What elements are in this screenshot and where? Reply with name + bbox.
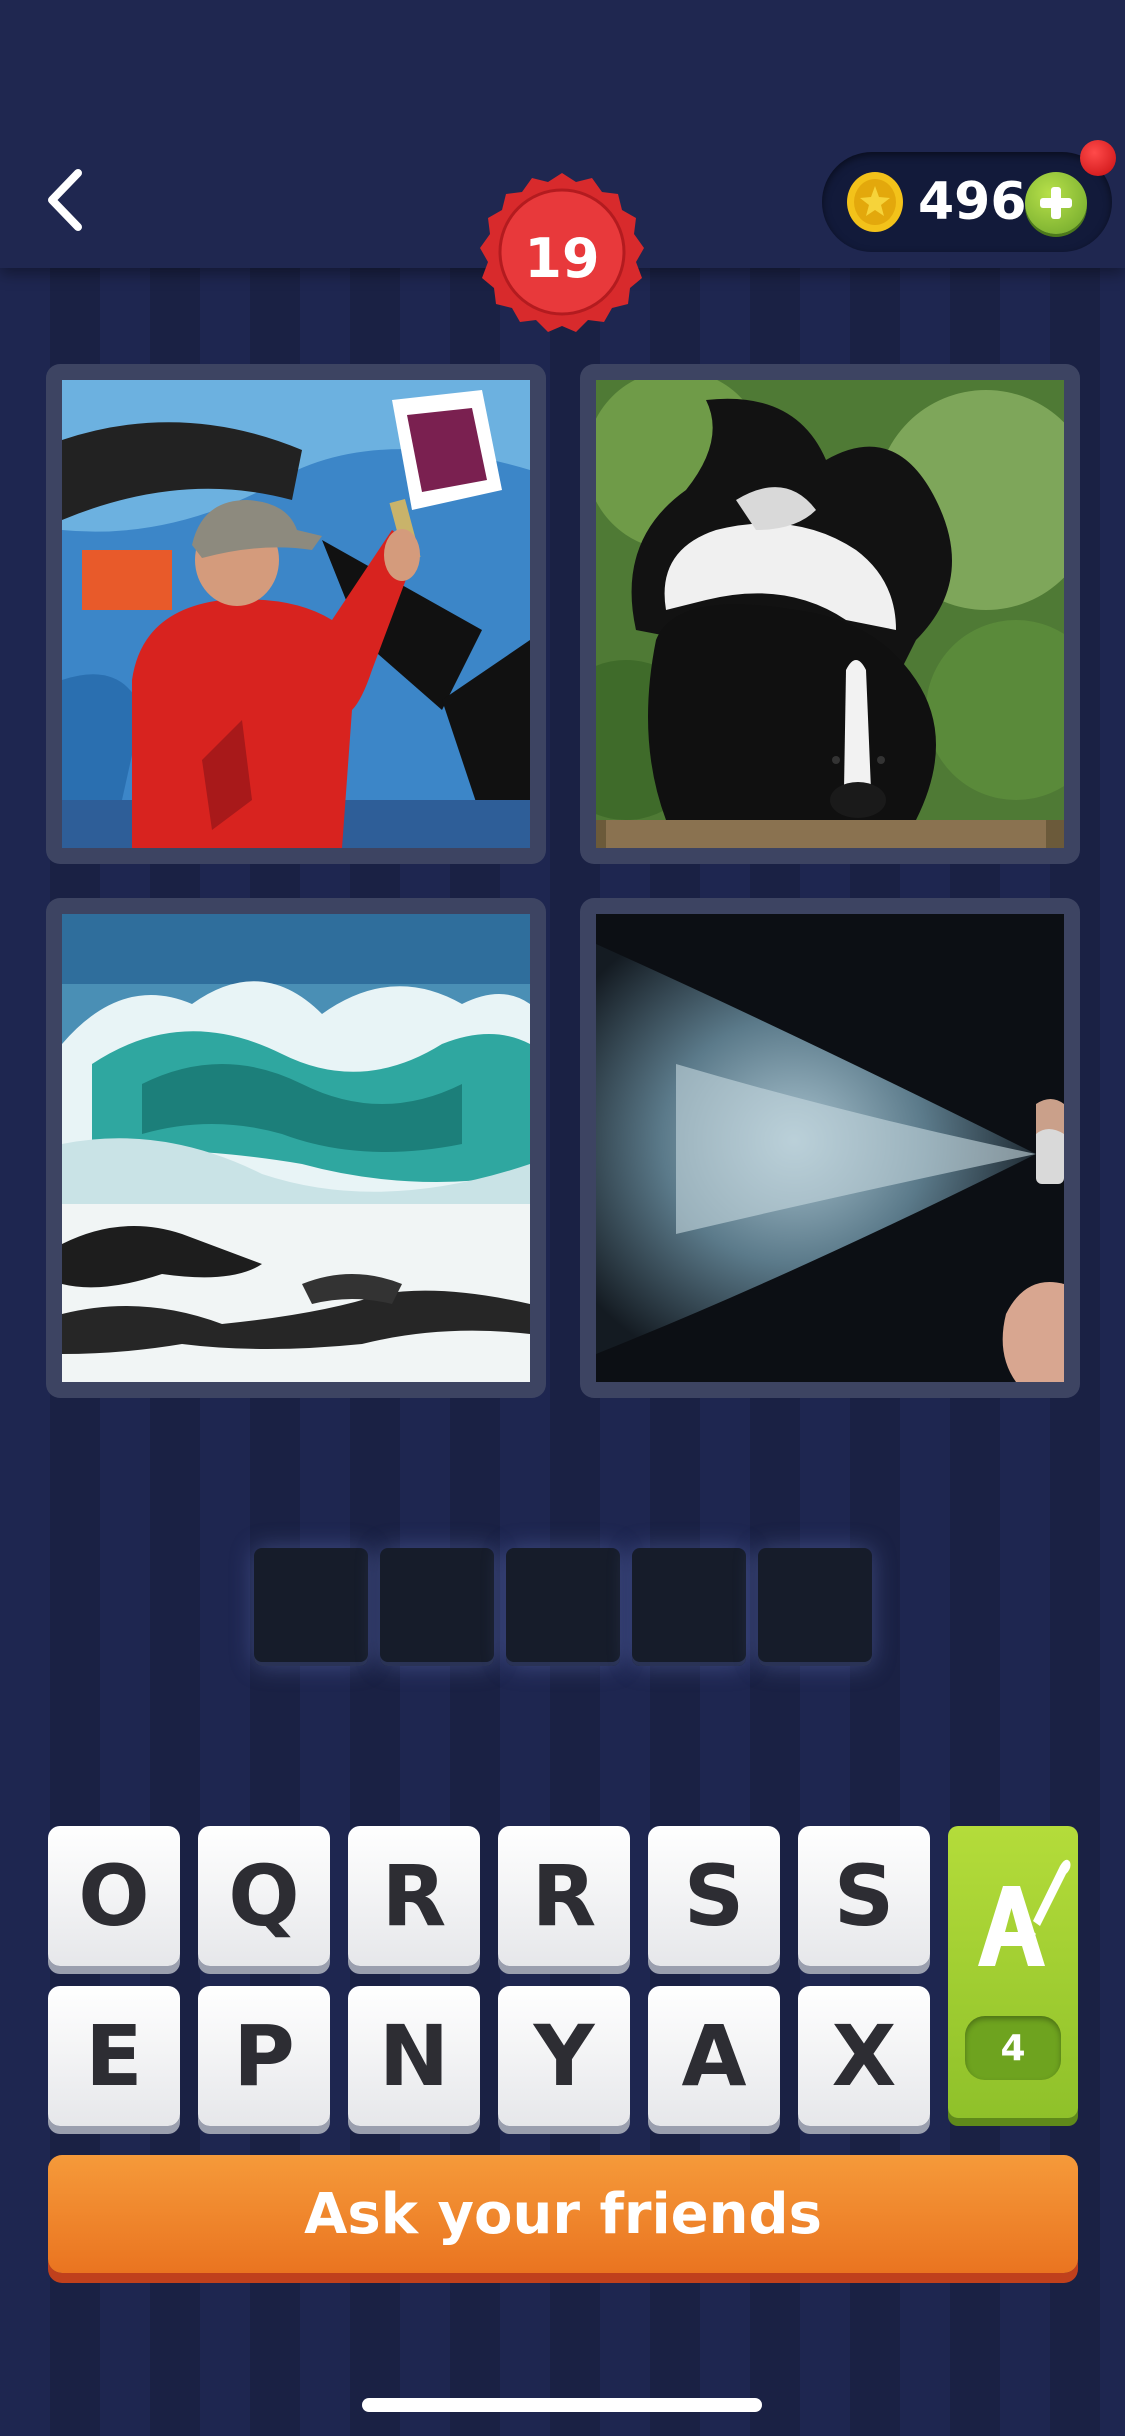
- answer-slots: [254, 1548, 874, 1666]
- answer-slot[interactable]: [254, 1548, 368, 1666]
- level-number: 19: [524, 226, 600, 290]
- spray-mist-image: [596, 914, 1064, 1382]
- graffiti-artist-image: [62, 380, 530, 848]
- coin-count: 496: [918, 172, 1027, 232]
- answer-slot[interactable]: [506, 1548, 620, 1666]
- letter-key[interactable]: Y: [498, 1986, 630, 2126]
- hint-count-badge: 4: [965, 2016, 1061, 2080]
- puzzle-image-3[interactable]: [46, 898, 546, 1398]
- level-badge: 19: [472, 168, 652, 348]
- ocean-wave-image: [62, 914, 530, 1382]
- letter-key[interactable]: S: [648, 1826, 780, 1966]
- puzzle-image-1[interactable]: [46, 364, 546, 864]
- notification-dot: [1080, 140, 1116, 176]
- puzzle-image-2[interactable]: [580, 364, 1080, 864]
- ask-friends-button[interactable]: Ask your friends: [48, 2155, 1078, 2273]
- coin-icon: [847, 172, 903, 232]
- home-indicator[interactable]: [362, 2398, 762, 2412]
- puzzle-image-4[interactable]: [580, 898, 1080, 1398]
- letter-key[interactable]: A: [648, 1986, 780, 2126]
- skunk-image: [596, 380, 1064, 848]
- letter-key[interactable]: R: [348, 1826, 480, 1966]
- letter-key[interactable]: X: [798, 1986, 930, 2126]
- letter-key[interactable]: N: [348, 1986, 480, 2126]
- letter-key[interactable]: Q: [198, 1826, 330, 1966]
- hint-button[interactable]: 4: [948, 1826, 1078, 2118]
- answer-slot[interactable]: [632, 1548, 746, 1666]
- letter-key[interactable]: S: [798, 1826, 930, 1966]
- letter-key[interactable]: E: [48, 1986, 180, 2126]
- chevron-left-icon: [48, 169, 82, 231]
- answer-slot[interactable]: [380, 1548, 494, 1666]
- letter-key[interactable]: P: [198, 1986, 330, 2126]
- paintbrush-letter-icon: [978, 1859, 1071, 1966]
- answer-slot[interactable]: [758, 1548, 872, 1666]
- plus-icon: [1040, 187, 1072, 219]
- letter-key[interactable]: R: [498, 1826, 630, 1966]
- letter-key[interactable]: O: [48, 1826, 180, 1966]
- add-coins-button[interactable]: [1025, 172, 1087, 234]
- coin-balance[interactable]: 496: [822, 152, 1112, 252]
- back-button[interactable]: [30, 160, 100, 240]
